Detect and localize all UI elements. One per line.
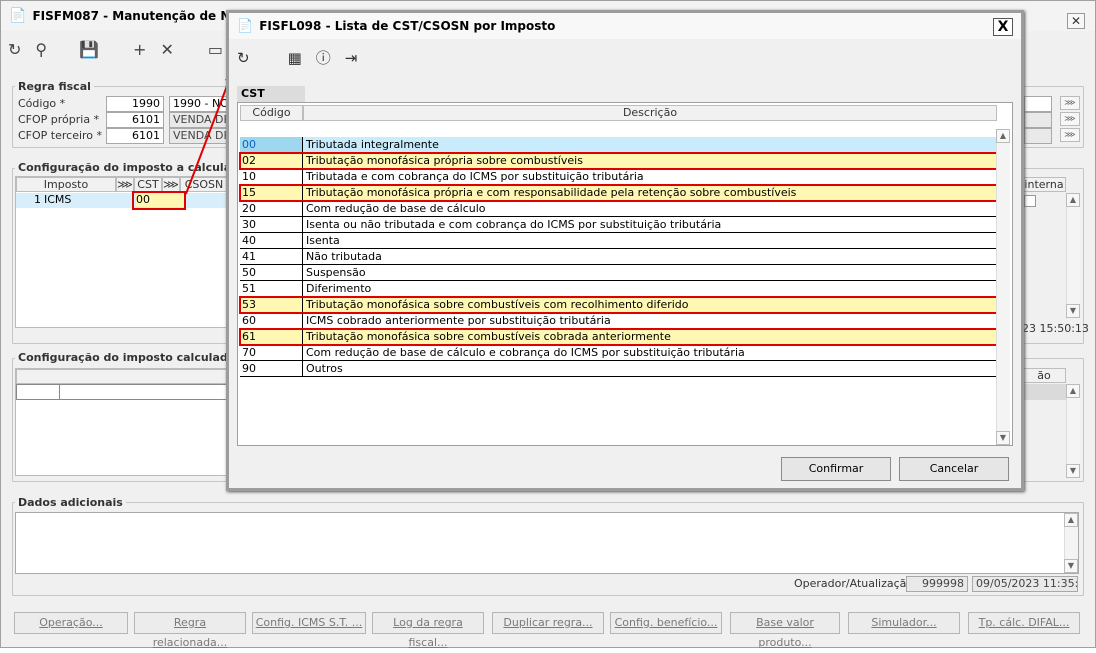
cst-grid: Código Descrição 00 Tributada integralmen… xyxy=(237,102,1013,446)
tab-cst[interactable]: CST xyxy=(237,86,305,102)
table-row[interactable]: 51 Diferimento xyxy=(240,281,997,297)
table-row[interactable]: 30 Isenta ou não tributada e com cobrança… xyxy=(240,217,997,233)
cell-descricao: ICMS cobrado anteriormente por substitui… xyxy=(303,313,997,329)
cell-descricao: Diferimento xyxy=(303,281,997,297)
refresh-icon[interactable]: ↻ xyxy=(237,49,250,67)
cell-codigo: 50 xyxy=(240,265,303,281)
cell-codigo: 51 xyxy=(240,281,303,297)
scroll-up-icon[interactable]: ▲ xyxy=(996,129,1010,143)
table-row[interactable]: 00 Tributada integralmente xyxy=(240,137,997,153)
cell-descricao: Isenta xyxy=(303,233,997,249)
dialog-close-button[interactable]: X xyxy=(993,18,1013,36)
cancelar-button[interactable]: Cancelar xyxy=(899,457,1009,481)
calendar-icon[interactable]: ▦ xyxy=(288,49,302,67)
cell-codigo: 20 xyxy=(240,201,303,217)
scroll-down-icon[interactable]: ▼ xyxy=(996,431,1010,445)
table-row[interactable]: 10 Tributada e com cobrança do ICMS por s… xyxy=(240,169,997,185)
table-row[interactable]: 50 Suspensão xyxy=(240,265,997,281)
cell-descricao: Com redução de base de cálculo xyxy=(303,201,997,217)
confirmar-button[interactable]: Confirmar xyxy=(781,457,891,481)
cell-descricao: Outros xyxy=(303,361,997,377)
help-icon[interactable]: ⓘ xyxy=(316,47,331,68)
col-codigo-header[interactable]: Código xyxy=(240,105,303,121)
cell-descricao: Não tributada xyxy=(303,249,997,265)
cell-codigo: 10 xyxy=(240,169,303,185)
scrollbar[interactable] xyxy=(996,129,1010,445)
table-row[interactable]: 40 Isenta xyxy=(240,233,997,249)
exit-icon[interactable]: ⇥ xyxy=(345,49,358,67)
cell-descricao: Tributada integralmente xyxy=(303,137,997,153)
cst-list-dialog: 📄 FISFL098 - Lista de CST/CSOSN por Impo… xyxy=(226,10,1024,491)
cell-codigo: 70 xyxy=(240,345,303,361)
row-highlight-box xyxy=(239,184,999,202)
table-row[interactable]: 90 Outros xyxy=(240,361,997,377)
row-highlight-box xyxy=(239,296,999,314)
dialog-toolbar: ↻ ▦ ⓘ ⇥ xyxy=(237,47,357,68)
dialog-titlebar: 📄 FISFL098 - Lista de CST/CSOSN por Impo… xyxy=(229,13,1021,39)
document-icon: 📄 xyxy=(237,18,254,34)
cell-descricao: Suspensão xyxy=(303,265,997,281)
cell-codigo: 41 xyxy=(240,249,303,265)
table-row[interactable]: 41 Não tributada xyxy=(240,249,997,265)
cell-descricao: Com redução de base de cálculo e cobranç… xyxy=(303,345,997,361)
col-descricao-header[interactable]: Descrição xyxy=(303,105,997,121)
cell-codigo: 90 xyxy=(240,361,303,377)
cell-descricao: Isenta ou não tributada e com cobrança d… xyxy=(303,217,997,233)
dialog-title: FISFL098 - Lista de CST/CSOSN por Impost… xyxy=(259,19,556,33)
cell-descricao: Tributada e com cobrança do ICMS por sub… xyxy=(303,169,997,185)
cell-codigo: 40 xyxy=(240,233,303,249)
row-highlight-box xyxy=(239,152,999,170)
cell-codigo: 30 xyxy=(240,217,303,233)
cell-codigo: 00 xyxy=(240,137,303,153)
row-highlight-box xyxy=(239,328,999,346)
grid-header: Código Descrição xyxy=(240,105,997,121)
table-row[interactable]: 70 Com redução de base de cálculo e cobra… xyxy=(240,345,997,361)
table-row[interactable]: 20 Com redução de base de cálculo xyxy=(240,201,997,217)
table-row[interactable]: 60 ICMS cobrado anteriormente por substit… xyxy=(240,313,997,329)
cell-codigo: 60 xyxy=(240,313,303,329)
